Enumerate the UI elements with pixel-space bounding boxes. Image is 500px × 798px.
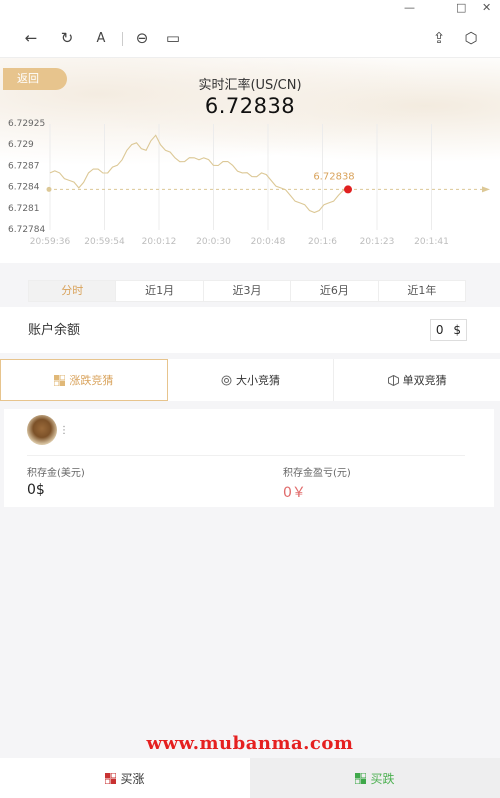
toolbar: ← ↻ A ⊖ ▭ ⇪ ⬡ bbox=[0, 18, 500, 58]
reference-start-dot bbox=[46, 186, 52, 192]
stake-label: 积存金(美元) bbox=[27, 468, 85, 479]
period-tab-intraday[interactable]: 分时 bbox=[29, 281, 117, 301]
rate-chart: 20:59:36 20:59:54 20:0:12 20:0:30 20:0:48 20:… bbox=[8, 119, 490, 247]
tab-rise-fall[interactable]: 涨跌竞猜 bbox=[0, 359, 168, 401]
big-small-icon bbox=[221, 375, 232, 385]
refresh-icon[interactable]: ↻ bbox=[58, 29, 76, 47]
balance-label: 账户余额 bbox=[28, 323, 81, 338]
y-tick-label: 6.72784 bbox=[8, 225, 45, 235]
maximize-button[interactable]: □ bbox=[456, 1, 466, 14]
toolbar-divider bbox=[122, 32, 123, 46]
current-point-marker bbox=[344, 185, 352, 194]
holding-card: ⋮ 积存金(美元) 0$ 积存金盈亏(元) 0￥ bbox=[4, 409, 494, 507]
pnl-label: 积存金盈亏(元) bbox=[283, 468, 351, 479]
reference-arrow bbox=[482, 186, 490, 193]
buy-up-icon bbox=[105, 772, 117, 784]
odd-even-icon bbox=[387, 374, 399, 386]
x-tick-label: 20:59:36 bbox=[30, 237, 71, 247]
share-icon[interactable]: ⇪ bbox=[430, 29, 448, 47]
period-tab-1y[interactable]: 近1年 bbox=[379, 281, 465, 301]
tab-big-small-label: 大小竞猜 bbox=[236, 374, 280, 387]
window-titlebar: — □ ✕ bbox=[0, 0, 500, 18]
buy-up-label: 买涨 bbox=[120, 771, 145, 786]
y-tick-label: 6.7284 bbox=[8, 183, 40, 193]
current-value-label: 6.72838 bbox=[313, 171, 354, 182]
y-tick-label: 6.729 bbox=[8, 140, 34, 150]
avatar[interactable] bbox=[27, 415, 57, 445]
more-icon[interactable]: ⋮ bbox=[59, 425, 69, 436]
window-icon[interactable]: ▭ bbox=[164, 29, 182, 47]
back-arrow-icon[interactable]: ← bbox=[22, 29, 40, 47]
y-tick-label: 6.7281 bbox=[8, 204, 40, 214]
balance-currency: $ bbox=[453, 323, 462, 337]
y-tick-label: 6.72925 bbox=[8, 119, 45, 129]
x-tick-label: 20:0:12 bbox=[142, 237, 177, 247]
rate-panel: 返回 实时汇率(US/CN) 6.72838 20:59:36 20:59:54 2… bbox=[0, 58, 500, 263]
action-bar: 买涨 买跌 bbox=[0, 758, 500, 798]
period-selector: 分时 近1月 近3月 近6月 近1年 bbox=[28, 280, 466, 302]
x-tick-label: 20:0:30 bbox=[196, 237, 231, 247]
close-button[interactable]: ✕ bbox=[482, 1, 491, 14]
game-mode-tabs: 涨跌竞猜 大小竞猜 单双竞猜 bbox=[0, 359, 500, 401]
rate-title: 实时汇率(US/CN) bbox=[198, 78, 302, 93]
series-line bbox=[49, 134, 349, 214]
buy-up-button[interactable]: 买涨 bbox=[0, 758, 250, 798]
x-tick-label: 20:0:48 bbox=[251, 237, 286, 247]
period-tab-3m[interactable]: 近3月 bbox=[204, 281, 292, 301]
cube-icon[interactable]: ⬡ bbox=[462, 29, 480, 47]
x-tick-label: 20:1:41 bbox=[414, 237, 449, 247]
x-tick-label: 20:1:23 bbox=[360, 237, 395, 247]
x-tick-label: 20:59:54 bbox=[84, 237, 125, 247]
y-tick-label: 6.7287 bbox=[8, 161, 40, 171]
tab-big-small[interactable]: 大小竞猜 bbox=[168, 359, 335, 401]
rate-value: 6.72838 bbox=[204, 94, 296, 118]
period-tab-1m[interactable]: 近1月 bbox=[116, 281, 204, 301]
balance-amount: 0 bbox=[435, 323, 444, 337]
tab-rise-fall-label: 涨跌竞猜 bbox=[69, 374, 114, 387]
minimize-button[interactable]: — bbox=[404, 1, 415, 14]
tab-odd-even-label: 单双竞猜 bbox=[402, 374, 447, 387]
font-icon[interactable]: A bbox=[92, 29, 110, 47]
site-watermark: www.mubanma.com bbox=[146, 733, 354, 754]
buy-down-icon bbox=[355, 772, 367, 784]
buy-down-label: 买跌 bbox=[370, 771, 395, 786]
stake-value: 0$ bbox=[27, 482, 45, 498]
tab-odd-even[interactable]: 单双竞猜 bbox=[334, 359, 500, 401]
x-tick-label: 20:1:6 bbox=[308, 237, 337, 247]
pnl-value: 0￥ bbox=[283, 485, 306, 501]
account-balance-row: 账户余额 0 $ bbox=[0, 307, 500, 353]
buy-down-button[interactable]: 买跌 bbox=[250, 758, 500, 798]
card-divider bbox=[27, 455, 465, 456]
balance-value-box: 0 $ bbox=[430, 319, 467, 341]
link-icon[interactable]: ⊖ bbox=[133, 29, 151, 47]
period-tab-6m[interactable]: 近6月 bbox=[291, 281, 379, 301]
rise-fall-icon bbox=[54, 374, 66, 386]
